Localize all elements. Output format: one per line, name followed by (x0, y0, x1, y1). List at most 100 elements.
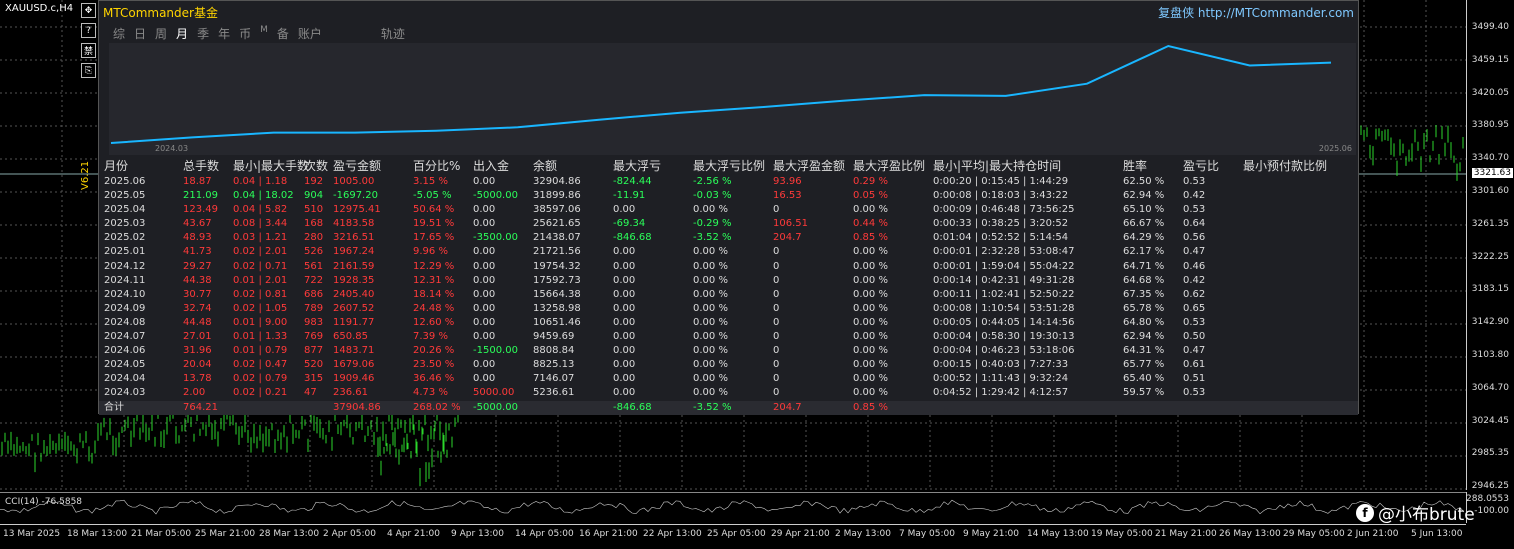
cell-max-dd: -824.44 (613, 176, 652, 187)
cell-lots: 18.87 (183, 176, 212, 187)
cell-minmax-lots: 0.01 | 2.01 (233, 274, 288, 286)
table-row[interactable]: 2025.05 211.09 0.04 | 18.02 904 -1697.20 -5.0… (99, 189, 1358, 203)
cell-flow: 5000.00 (473, 387, 515, 399)
cell-lots: 29.27 (183, 260, 212, 272)
tab-3[interactable]: 月 (176, 25, 188, 42)
current-price-tag: 3321.63 (1471, 168, 1513, 178)
cell-lots: 13.78 (183, 373, 212, 385)
cell-pct: 18.14 % (413, 288, 455, 300)
move-icon[interactable]: ✥ (81, 3, 96, 18)
total-flow: -5000.00 (473, 401, 518, 413)
cell-count: 315 (304, 373, 324, 385)
disable-icon[interactable]: 禁 (81, 43, 96, 58)
time-label: 25 Mar 21:00 (195, 529, 256, 539)
equity-polyline (110, 44, 1332, 144)
cell-flow: -5000.00 (473, 190, 518, 202)
table-row[interactable]: 2024.10 30.77 0.02 | 0.81 686 2405.40 18.14 %… (99, 288, 1358, 302)
cell-count: 769 (304, 331, 324, 343)
cell-max-dd-pct: 0.00 % (693, 302, 728, 314)
cell-month: 2024.05 (104, 359, 146, 371)
cell-max-fp-pct: 0.29 % (853, 176, 888, 187)
table-row[interactable]: 2024.03 2.00 0.02 | 0.21 47 236.61 4.73 % 5000… (99, 386, 1358, 400)
cell-max-dd: 0.00 (613, 316, 636, 328)
cell-pct: 36.46 % (413, 373, 455, 385)
cell-pl-ratio: 0.64 (1183, 218, 1206, 230)
cell-max-dd-pct: -0.29 % (693, 218, 732, 230)
cell-max-dd: 0.00 (613, 345, 636, 357)
table-row[interactable]: 2024.11 44.38 0.01 | 2.01 722 1928.35 12.31 %… (99, 274, 1358, 288)
price-label: 3183.15 (1471, 284, 1509, 295)
table-row[interactable]: 2024.07 27.01 0.01 | 1.33 769 650.85 7.39 % 0.… (99, 330, 1358, 344)
tab-9[interactable]: 账户 (298, 25, 322, 42)
tab-1[interactable]: 日 (134, 25, 146, 42)
table-row[interactable]: 2025.06 18.87 0.04 | 1.18 192 1005.00 3.15 % 0… (99, 175, 1358, 189)
table-row[interactable]: 2024.08 44.48 0.01 | 9.00 983 1191.77 12.60 %… (99, 316, 1358, 330)
time-label: 21 Mar 05:00 (131, 529, 192, 539)
cell-hold-time: 0:00:04 | 0:58:30 | 19:30:13 (933, 331, 1075, 343)
cell-hold-time: 0:00:04 | 0:46:23 | 53:18:06 (933, 345, 1075, 357)
cell-month: 2025.06 (104, 176, 146, 187)
tab-8[interactable]: 备 (277, 25, 289, 42)
cell-count: 280 (304, 232, 324, 244)
cell-month: 2024.04 (104, 373, 146, 385)
cell-max-fp-pct: 0.00 % (853, 260, 888, 272)
tab-4[interactable]: 季 (197, 25, 209, 42)
table-row[interactable]: 2025.02 48.93 0.03 | 1.21 280 3216.51 17.65 %… (99, 231, 1358, 245)
cell-hold-time: 0:00:05 | 0:44:05 | 14:14:56 (933, 316, 1075, 328)
cell-pl-ratio: 0.62 (1183, 288, 1206, 300)
cell-hold-time: 0:00:14 | 0:42:31 | 49:31:28 (933, 274, 1075, 286)
table-row[interactable]: 2024.06 31.96 0.01 | 0.79 877 1483.71 20.26 %… (99, 344, 1358, 358)
cell-pct: 17.65 % (413, 232, 455, 244)
time-label: 25 Apr 05:00 (707, 529, 766, 539)
cell-hold-time: 0:00:11 | 1:02:41 | 52:50:22 (933, 288, 1075, 300)
cell-balance: 19754.32 (533, 260, 581, 272)
cell-max-fp-pct: 0.44 % (853, 218, 888, 230)
cell-winrate: 64.68 % (1123, 274, 1165, 286)
price-axis: 3499.40 3459.15 3420.05 3380.95 3340.70 3301.… (1466, 0, 1514, 491)
table-row[interactable]: 2025.01 41.73 0.02 | 2.01 526 1967.24 9.96 % 0… (99, 245, 1358, 259)
price-label: 3459.15 (1471, 54, 1509, 65)
tab-2[interactable]: 周 (155, 25, 167, 42)
cell-max-fp-pct: 0.00 % (853, 274, 888, 286)
cell-max-fp: 204.7 (773, 232, 802, 244)
cell-month: 2024.07 (104, 331, 146, 343)
social-icon: f (1356, 503, 1374, 522)
copy-icon[interactable]: ⎘ (81, 63, 96, 78)
cell-pl-ratio: 0.61 (1183, 359, 1206, 371)
cell-hold-time: 0:00:01 | 2:32:28 | 53:08:47 (933, 246, 1075, 258)
tab-6[interactable]: 币 (239, 25, 251, 42)
cell-month: 2024.08 (104, 316, 146, 328)
price-label: 2985.35 (1471, 448, 1509, 459)
equity-start-label: 2024.03 (155, 144, 189, 153)
cell-minmax-lots: 0.04 | 1.18 (233, 176, 288, 187)
cell-max-fp: 16.53 (773, 190, 802, 202)
header-cell: 最大浮盈金额 (773, 159, 846, 173)
time-label: 29 May 05:00 (1283, 529, 1345, 539)
help-icon[interactable]: ? (81, 23, 96, 38)
table-row[interactable]: 2024.09 32.74 0.02 | 1.05 789 2607.52 24.48 %… (99, 302, 1358, 316)
cell-minmax-lots: 0.08 | 3.44 (233, 218, 288, 230)
cell-max-fp: 106.51 (773, 218, 808, 230)
price-label: 3380.95 (1471, 120, 1509, 131)
cell-hold-time: 0:00:09 | 0:46:48 | 73:56:25 (933, 204, 1075, 216)
cell-pl-ratio: 0.47 (1183, 345, 1206, 357)
price-label: 3261.35 (1471, 218, 1509, 229)
cell-count: 192 (304, 176, 324, 187)
cell-pct: -5.05 % (413, 190, 452, 202)
tab-5[interactable]: 年 (218, 25, 230, 42)
table-row[interactable]: 2024.05 20.04 0.02 | 0.47 520 1679.06 23.50 %… (99, 358, 1358, 372)
tab-0[interactable]: 综 (113, 25, 125, 42)
cell-lots: 41.73 (183, 246, 212, 258)
table-row[interactable]: 2024.04 13.78 0.02 | 0.79 315 1909.46 36.46 %… (99, 372, 1358, 386)
tab-10[interactable]: 轨迹 (381, 25, 405, 42)
table-row[interactable]: 2025.04 123.49 0.04 | 5.82 510 12975.41 50.64… (99, 203, 1358, 217)
panel-brand-link[interactable]: 复盘侠 http://MTCommander.com (1158, 4, 1354, 21)
tab-7[interactable]: M (260, 25, 268, 42)
cell-max-dd-pct: 0.00 % (693, 316, 728, 328)
total-max-dd-pct: -3.52 % (693, 401, 732, 413)
cell-lots: 211.09 (183, 190, 218, 202)
table-row[interactable]: 2024.12 29.27 0.02 | 0.71 561 2161.59 12.29 %… (99, 260, 1358, 274)
cell-hold-time: 0:00:33 | 0:38:25 | 3:20:52 (933, 218, 1069, 230)
cell-count: 526 (304, 246, 324, 258)
table-row[interactable]: 2025.03 43.67 0.08 | 3.44 168 4183.58 19.51 %… (99, 217, 1358, 231)
